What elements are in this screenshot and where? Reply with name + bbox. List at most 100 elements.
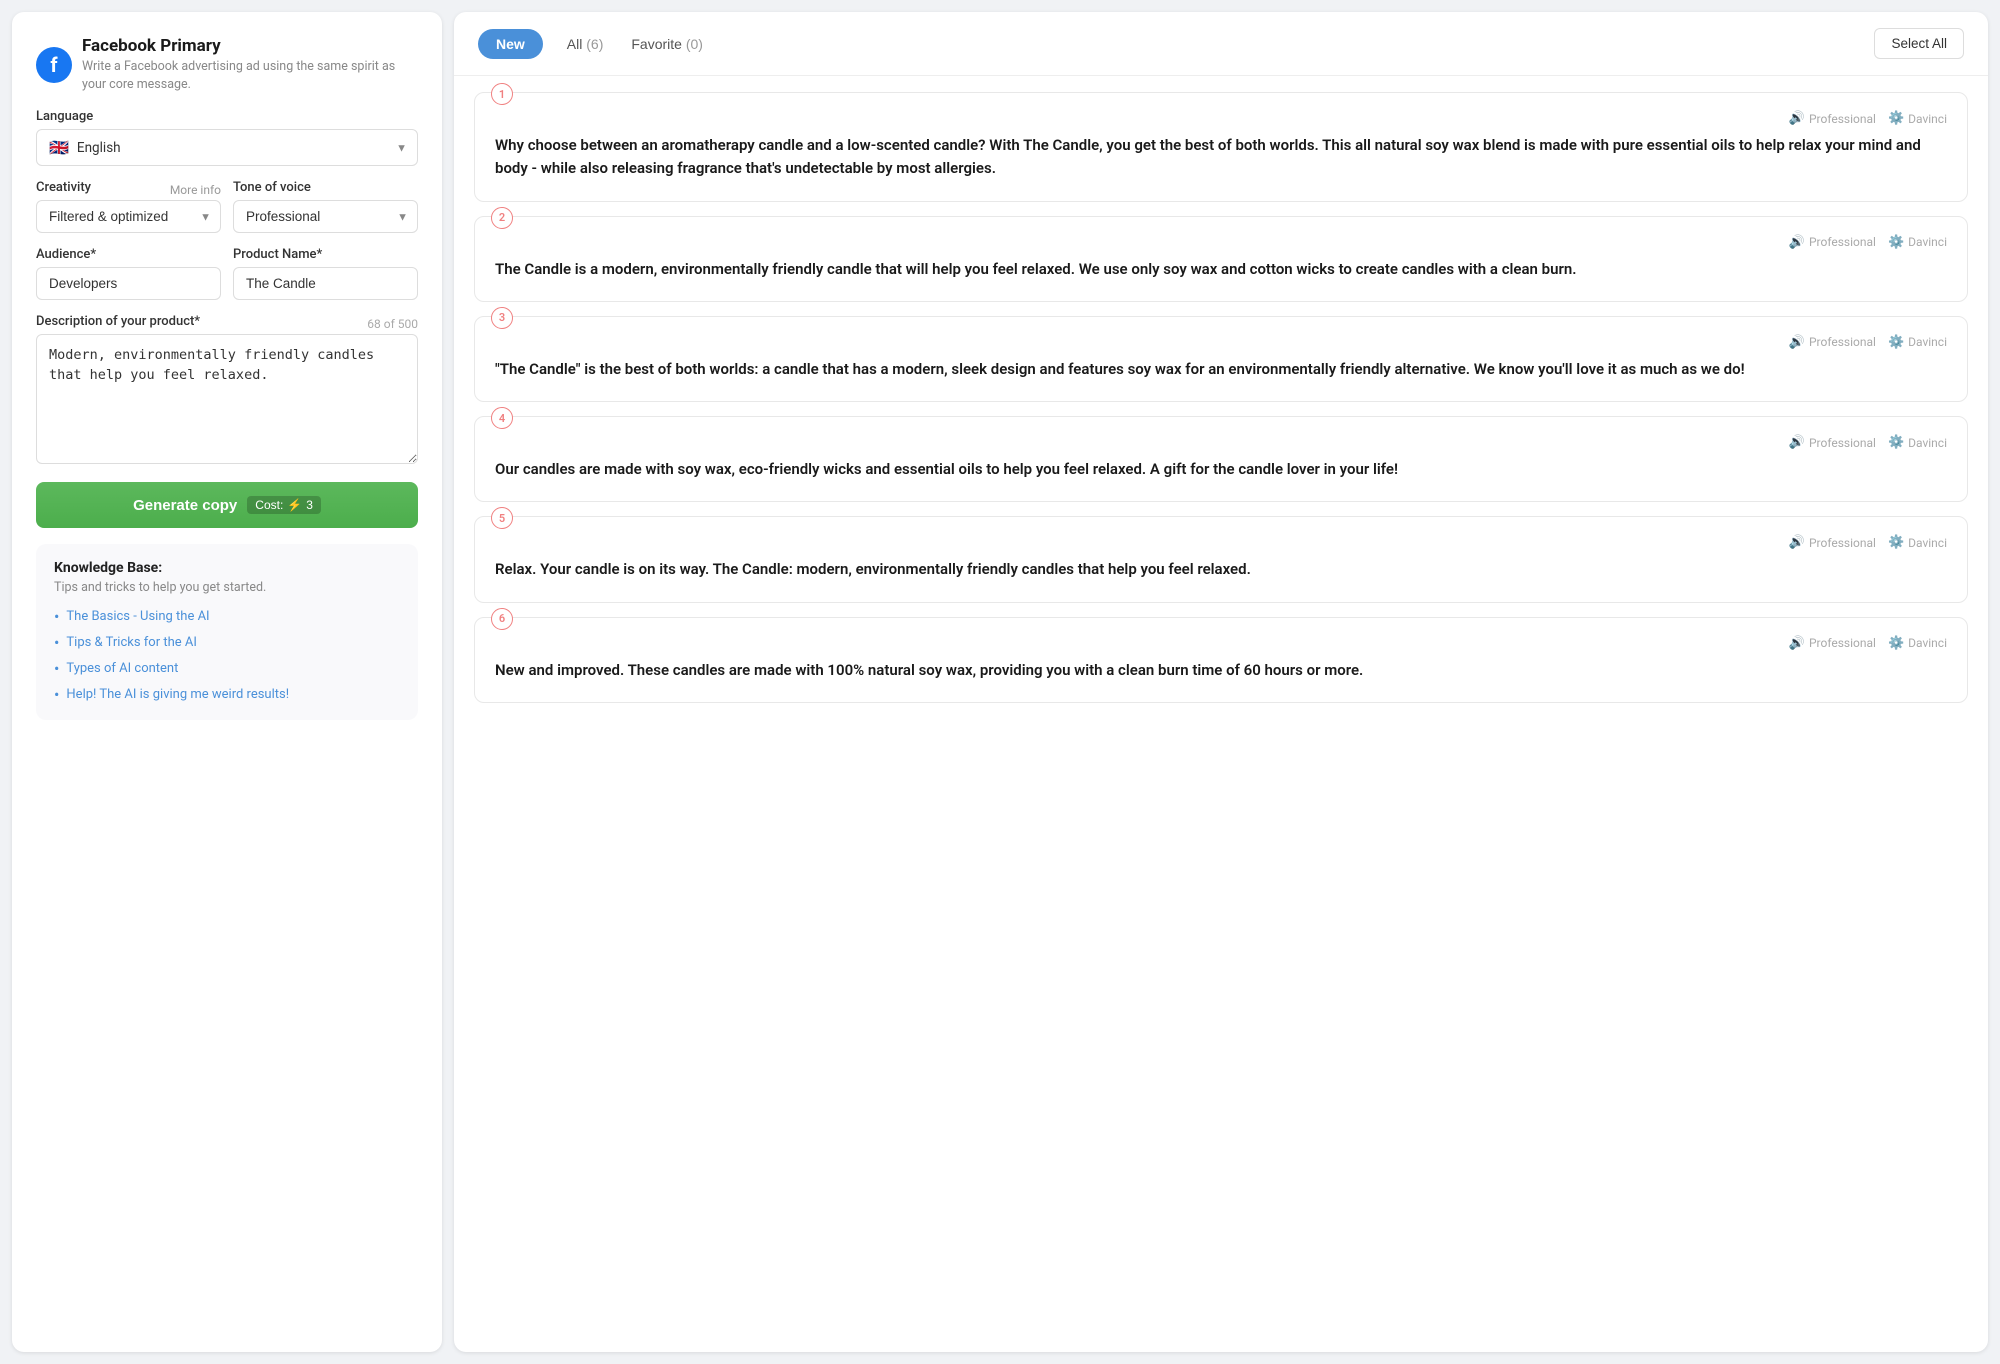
tab-favorite-button[interactable]: Favorite (0)	[619, 29, 715, 59]
tone-icon: 🔊	[1789, 335, 1805, 350]
tone-select-wrapper: Professional Casual Friendly Formal ▼	[233, 200, 418, 233]
result-card[interactable]: 5 🔊 Professional ⚙️ Davinci Relax. Your …	[474, 516, 1968, 602]
result-text: Why choose between an aromatherapy candl…	[495, 134, 1947, 181]
description-field: Description of your product* 68 of 500 M…	[36, 314, 418, 468]
creativity-select-wrapper: Filtered & optimized Standard Creative ▼	[36, 200, 221, 233]
app-header: f Facebook Primary Write a Facebook adve…	[36, 36, 418, 93]
kb-link-basics[interactable]: The Basics - Using the AI	[66, 609, 209, 624]
kb-link-help[interactable]: Help! The AI is giving me weird results!	[66, 687, 289, 702]
model-badge: ⚙️ Davinci	[1888, 435, 1947, 450]
list-item: Help! The AI is giving me weird results!	[54, 685, 400, 704]
tone-icon: 🔊	[1789, 435, 1805, 450]
kb-link-tips[interactable]: Tips & Tricks for the AI	[66, 635, 197, 650]
model-label: Davinci	[1908, 112, 1947, 126]
model-icon: ⚙️	[1888, 636, 1904, 651]
tone-badge: 🔊 Professional	[1789, 535, 1876, 550]
description-textarea[interactable]: Modern, environmentally friendly candles…	[36, 334, 418, 464]
description-label: Description of your product*	[36, 314, 200, 329]
result-number: 4	[491, 407, 513, 429]
result-card[interactable]: 1 🔊 Professional ⚙️ Davinci Why choose b…	[474, 92, 1968, 202]
product-label: Product Name*	[233, 247, 418, 262]
model-icon: ⚙️	[1888, 435, 1904, 450]
language-value: English	[77, 140, 405, 156]
result-card[interactable]: 2 🔊 Professional ⚙️ Davinci The Candle i…	[474, 216, 1968, 302]
char-count: 68 of 500	[367, 317, 418, 331]
app-subtitle: Write a Facebook advertising ad using th…	[82, 58, 418, 93]
list-item: Tips & Tricks for the AI	[54, 633, 400, 652]
result-card[interactable]: 4 🔊 Professional ⚙️ Davinci Our candles …	[474, 416, 1968, 502]
tone-badge: 🔊 Professional	[1789, 111, 1876, 126]
description-header: Description of your product* 68 of 500	[36, 314, 418, 334]
audience-label: Audience*	[36, 247, 221, 262]
model-badge: ⚙️ Davinci	[1888, 335, 1947, 350]
result-card[interactable]: 3 🔊 Professional ⚙️ Davinci "The Candle"…	[474, 316, 1968, 402]
language-flag: 🇬🇧	[49, 138, 69, 157]
tone-field: Tone of voice Professional Casual Friend…	[233, 180, 418, 233]
creativity-tone-row: Creativity More info Filtered & optimize…	[36, 180, 418, 233]
tone-label: Professional	[1809, 335, 1876, 349]
facebook-icon: f	[36, 47, 72, 83]
form-section: Language 🇬🇧 English ▼ Creativity More in…	[36, 109, 418, 528]
tone-select[interactable]: Professional Casual Friendly Formal	[233, 200, 418, 233]
tab-favorite-count: (0)	[686, 36, 703, 52]
creativity-select[interactable]: Filtered & optimized Standard Creative	[36, 200, 221, 233]
generate-label: Generate copy	[133, 497, 237, 514]
model-label: Davinci	[1908, 536, 1947, 550]
tone-label: Professional	[1809, 436, 1876, 450]
result-number: 3	[491, 307, 513, 329]
tone-icon: 🔊	[1789, 235, 1805, 250]
tab-all-count: (6)	[586, 36, 603, 52]
list-item: Types of AI content	[54, 659, 400, 678]
more-info-link[interactable]: More info	[170, 183, 221, 197]
tone-icon: 🔊	[1789, 636, 1805, 651]
cost-label: Cost:	[255, 498, 283, 512]
cost-value: 3	[306, 498, 313, 512]
tone-badge: 🔊 Professional	[1789, 435, 1876, 450]
model-badge: ⚙️ Davinci	[1888, 636, 1947, 651]
generate-copy-button[interactable]: Generate copy Cost: ⚡ 3	[36, 482, 418, 528]
cost-icon: ⚡	[287, 498, 302, 512]
language-label: Language	[36, 109, 418, 124]
audience-input[interactable]	[36, 267, 221, 300]
tab-favorite-label: Favorite	[631, 36, 682, 52]
tab-all-button[interactable]: All (6)	[555, 29, 616, 59]
audience-field: Audience*	[36, 247, 221, 300]
tone-label: Professional	[1809, 636, 1876, 650]
tone-badge: 🔊 Professional	[1789, 335, 1876, 350]
result-meta: 🔊 Professional ⚙️ Davinci	[495, 111, 1947, 126]
model-icon: ⚙️	[1888, 235, 1904, 250]
knowledge-base: Knowledge Base: Tips and tricks to help …	[36, 544, 418, 720]
language-selector[interactable]: 🇬🇧 English ▼	[36, 129, 418, 166]
kb-links-list: The Basics - Using the AI Tips & Tricks …	[54, 607, 400, 704]
model-icon: ⚙️	[1888, 111, 1904, 126]
model-label: Davinci	[1908, 436, 1947, 450]
model-badge: ⚙️ Davinci	[1888, 235, 1947, 250]
language-field: Language 🇬🇧 English ▼	[36, 109, 418, 166]
model-icon: ⚙️	[1888, 335, 1904, 350]
model-badge: ⚙️ Davinci	[1888, 535, 1947, 550]
audience-product-row: Audience* Product Name*	[36, 247, 418, 300]
kb-subtitle: Tips and tricks to help you get started.	[54, 580, 400, 595]
left-panel: f Facebook Primary Write a Facebook adve…	[12, 12, 442, 1352]
tone-badge: 🔊 Professional	[1789, 235, 1876, 250]
tone-label: Professional	[1809, 536, 1876, 550]
product-name-input[interactable]	[233, 267, 418, 300]
tone-label: Tone of voice	[233, 180, 418, 195]
result-text: The Candle is a modern, environmentally …	[495, 258, 1947, 281]
list-item: The Basics - Using the AI	[54, 607, 400, 626]
tone-icon: 🔊	[1789, 535, 1805, 550]
creativity-label-row: Creativity More info	[36, 180, 221, 200]
product-name-field: Product Name*	[233, 247, 418, 300]
results-container: 1 🔊 Professional ⚙️ Davinci Why choose b…	[454, 76, 1988, 1352]
result-meta: 🔊 Professional ⚙️ Davinci	[495, 235, 1947, 250]
kb-link-types[interactable]: Types of AI content	[66, 661, 178, 676]
select-all-button[interactable]: Select All	[1874, 28, 1964, 59]
result-meta: 🔊 Professional ⚙️ Davinci	[495, 435, 1947, 450]
result-text: Relax. Your candle is on its way. The Ca…	[495, 558, 1947, 581]
model-icon: ⚙️	[1888, 535, 1904, 550]
result-text: Our candles are made with soy wax, eco-f…	[495, 458, 1947, 481]
tone-icon: 🔊	[1789, 111, 1805, 126]
result-card[interactable]: 6 🔊 Professional ⚙️ Davinci New and impr…	[474, 617, 1968, 703]
tab-new-button[interactable]: New	[478, 29, 543, 59]
tone-label: Professional	[1809, 235, 1876, 249]
